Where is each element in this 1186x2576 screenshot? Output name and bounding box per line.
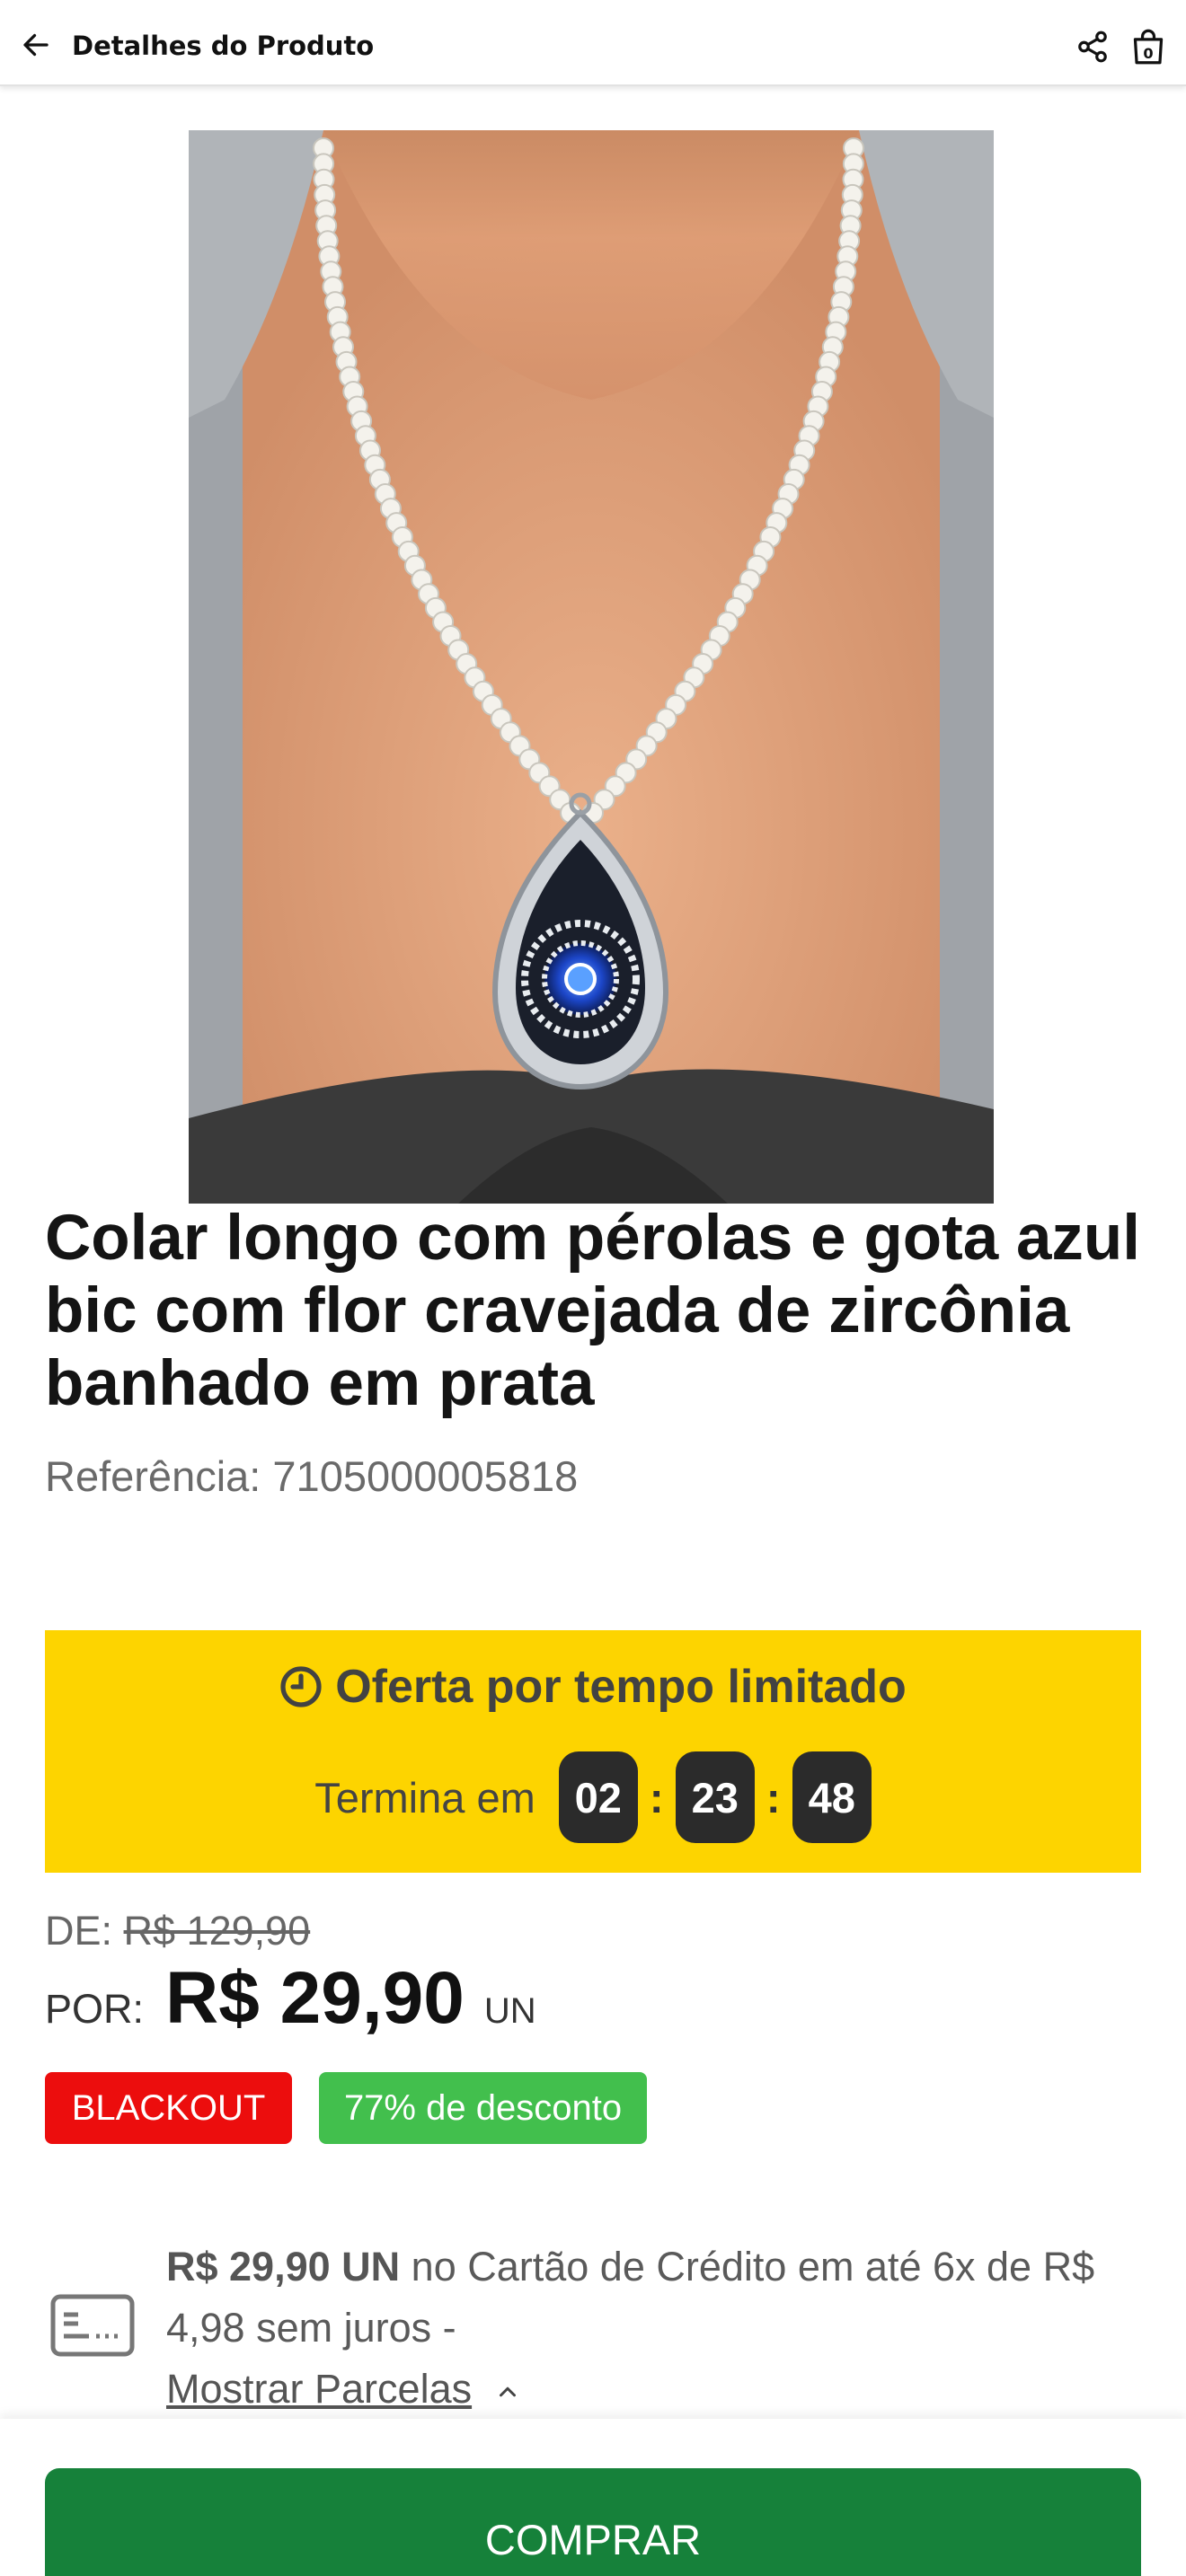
blackout-badge: BLACKOUT bbox=[45, 2072, 292, 2144]
buy-button-label: COMPRAR bbox=[484, 2516, 702, 2563]
de-label: DE: bbox=[45, 1908, 113, 1954]
reference-value: 7105000005818 bbox=[272, 1452, 579, 1500]
clock-icon bbox=[280, 1666, 322, 1707]
countdown-timer: Termina em 02 : 23 : 48 bbox=[45, 1751, 1141, 1843]
installments-unit: UN bbox=[341, 2244, 401, 2289]
cart-count: 0 bbox=[1143, 45, 1153, 62]
limited-offer-banner: Oferta por tempo limitado Termina em 02 … bbox=[45, 1630, 1141, 1873]
product-title: Colar longo com pérolas e gota azul bic … bbox=[45, 1203, 1141, 1419]
shopping-bag-icon: 0 bbox=[1133, 29, 1164, 65]
cart-button[interactable]: 0 bbox=[1128, 27, 1168, 66]
installments-price: R$ 29,90 bbox=[166, 2244, 331, 2289]
page-title: Detalhes do Produto bbox=[72, 31, 375, 61]
current-price-row: POR: R$ 29,90 UN bbox=[45, 1956, 536, 2041]
bottom-action-bar: COMPRAR bbox=[0, 2419, 1186, 2576]
share-button[interactable] bbox=[1073, 27, 1112, 66]
offer-heading-text: Oferta por tempo limitado bbox=[335, 1661, 907, 1713]
credit-card-icon bbox=[50, 2294, 135, 2357]
top-app-bar: Detalhes do Produto 0 bbox=[0, 0, 1186, 86]
back-button[interactable] bbox=[16, 25, 56, 65]
countdown-separator: : bbox=[766, 1773, 781, 1822]
show-installments-link[interactable]: Mostrar Parcelas bbox=[166, 2366, 472, 2412]
arrow-left-icon bbox=[23, 33, 49, 57]
countdown-minutes: 23 bbox=[675, 1751, 755, 1843]
installments-info: R$ 29,90 UN no Cartão de Crédito em até … bbox=[166, 2236, 1155, 2420]
ends-label: Termina em bbox=[314, 1773, 535, 1822]
offer-heading: Oferta por tempo limitado bbox=[45, 1660, 1141, 1714]
discount-badge: 77% de desconto bbox=[319, 2072, 647, 2144]
chevron-up-icon[interactable] bbox=[494, 2378, 521, 2405]
countdown-seconds: 48 bbox=[792, 1751, 872, 1843]
countdown-hours: 02 bbox=[558, 1751, 638, 1843]
buy-button[interactable]: COMPRAR bbox=[45, 2468, 1141, 2576]
product-reference: Referência: 7105000005818 bbox=[45, 1451, 578, 1501]
old-price: R$ 129,90 bbox=[123, 1908, 311, 1954]
price-unit: UN bbox=[483, 1991, 536, 2031]
por-label: POR: bbox=[45, 1986, 145, 2032]
reference-label: Referência: bbox=[45, 1452, 261, 1500]
product-image[interactable] bbox=[189, 130, 994, 1204]
countdown-separator: : bbox=[649, 1773, 664, 1822]
current-price: R$ 29,90 bbox=[165, 1957, 465, 2039]
original-price-row: DE: R$ 129,90 bbox=[45, 1908, 310, 1954]
share-icon bbox=[1078, 31, 1107, 63]
